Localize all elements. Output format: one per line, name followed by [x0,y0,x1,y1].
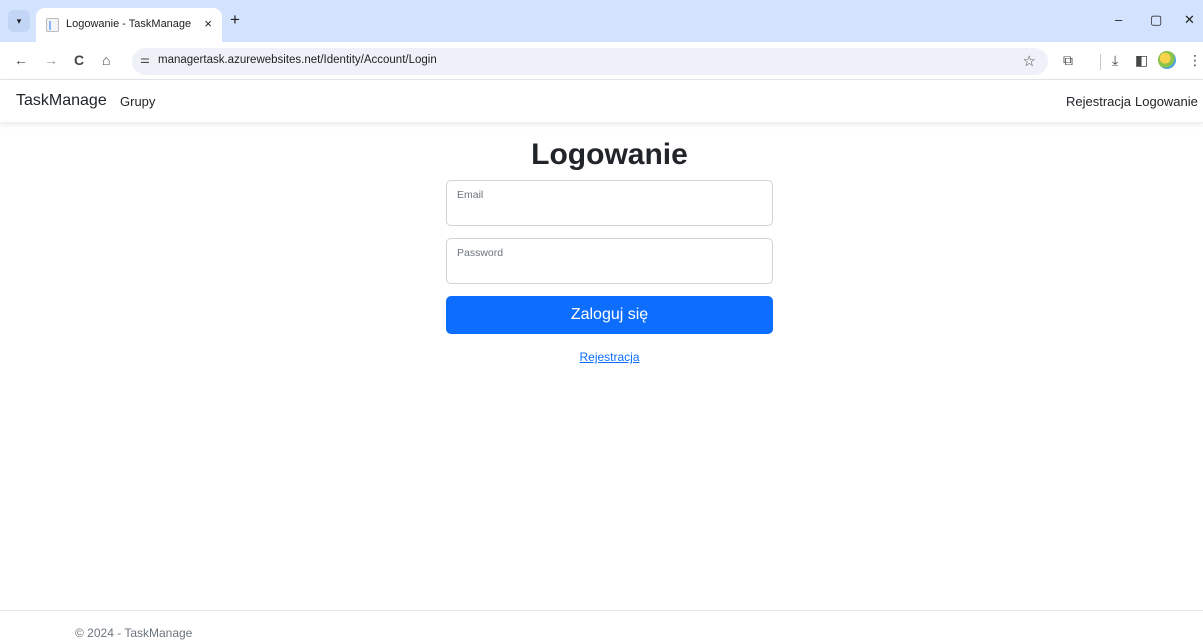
side-panel-icon[interactable]: ◧ [1135,52,1148,69]
nav-link-rejestracja[interactable]: Rejestracja [1066,94,1131,109]
nav-link-grupy[interactable]: Grupy [120,94,155,109]
password-label: Password [457,247,504,259]
brand-link[interactable]: TaskManage [16,92,107,110]
browser-toolbar: ← → C ⌂ ⚌ managertask.azurewebsites.net/… [0,42,1203,80]
forward-icon[interactable]: → [44,52,58,68]
new-tab-button[interactable]: + [230,11,240,28]
site-navbar: TaskManage Grupy Rejestracja Logowanie [0,80,1203,123]
browser-tab[interactable]: Logowanie - TaskManage × [36,8,222,42]
home-icon[interactable]: ⌂ [102,52,110,68]
password-field[interactable]: Password [446,238,773,284]
reload-icon[interactable]: C [74,52,84,68]
minimize-icon[interactable]: – [1115,12,1122,27]
download-icon[interactable]: ⤓ [1112,52,1118,69]
footer-divider [0,610,1203,611]
tab-title: Logowanie - TaskManage [66,18,192,30]
password-input[interactable] [457,261,762,279]
toolbar-divider [1100,54,1101,70]
restore-icon[interactable]: ▢ [1150,12,1162,28]
login-button[interactable]: Zaloguj się [446,296,773,334]
close-window-icon[interactable]: ✕ [1184,12,1195,28]
page-title: Logowanie [531,138,688,171]
tab-close-icon[interactable]: × [204,16,212,31]
bookmark-star-icon[interactable]: ☆ [1023,52,1036,70]
site-info-icon[interactable]: ⚌ [140,53,150,66]
url-text[interactable]: managertask.azurewebsites.net/Identity/A… [158,54,437,66]
email-input[interactable] [457,203,762,221]
menu-icon[interactable]: ⋮ [1188,52,1202,69]
footer-copyright: © 2024 - TaskManage [75,626,193,640]
back-icon[interactable]: ← [14,52,28,68]
nav-link-logowanie[interactable]: Logowanie [1135,94,1198,109]
address-bar[interactable]: ⚌ managertask.azurewebsites.net/Identity… [132,48,1048,75]
email-label: Email [457,189,484,201]
register-link[interactable]: Rejestracja [446,350,773,364]
page-favicon-icon [46,18,59,32]
extensions-icon[interactable]: ⧉ [1063,52,1073,69]
browser-tabstrip: ▾ Logowanie - TaskManage × + – ▢ ✕ [0,0,1203,42]
email-field[interactable]: Email [446,180,773,226]
tab-search-icon[interactable]: ▾ [8,10,30,32]
profile-avatar[interactable] [1158,51,1176,69]
